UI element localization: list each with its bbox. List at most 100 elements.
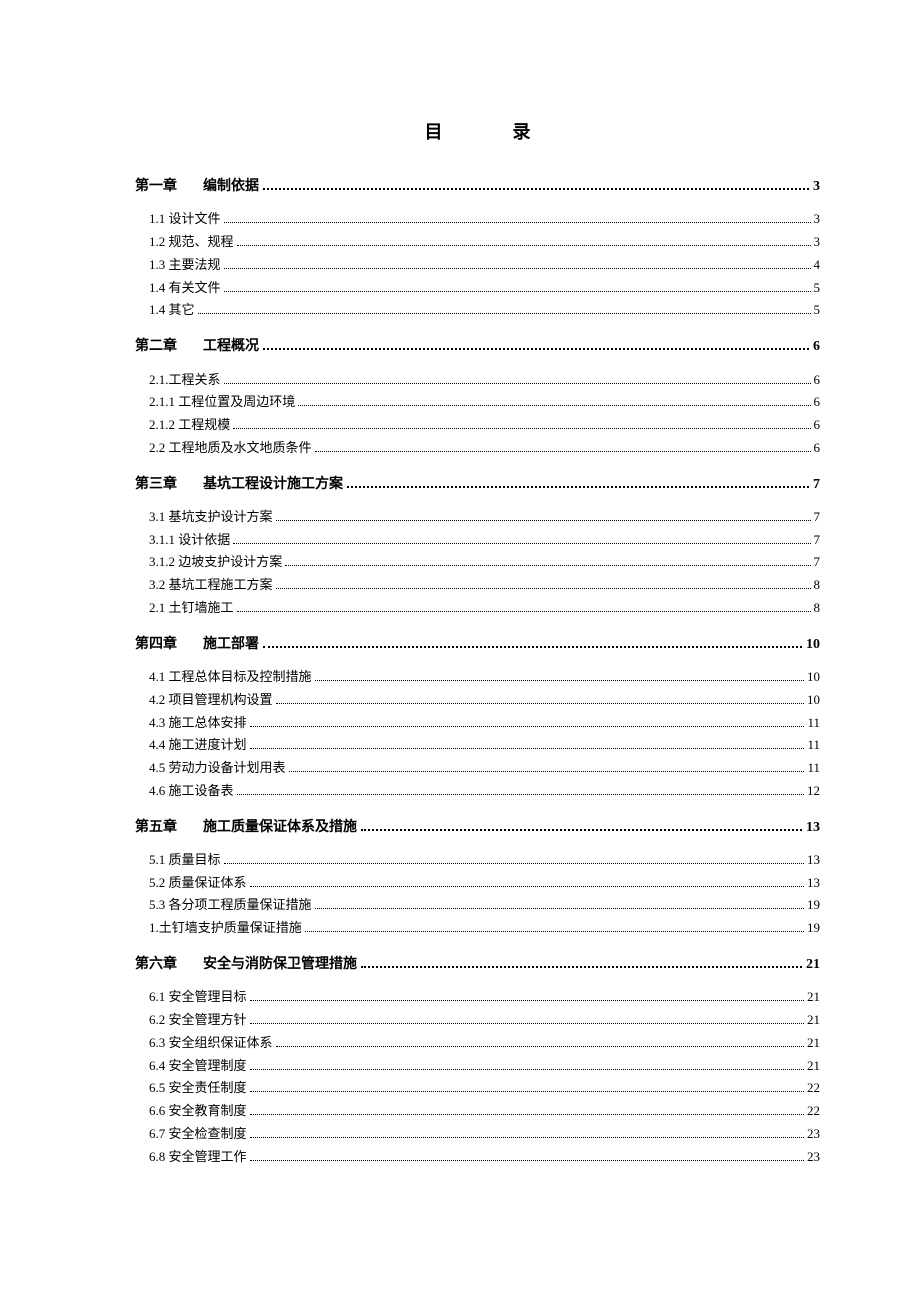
sub-title: 5.3 各分项工程质量保证措施	[149, 894, 312, 917]
leader-dots	[315, 908, 804, 909]
sub-title: 4.5 劳动力设备计划用表	[149, 757, 286, 780]
chapter-title: 施工部署	[203, 634, 259, 656]
chapter-label: 第六章	[135, 954, 177, 976]
sub-page: 22	[807, 1077, 820, 1100]
chapter-page: 3	[813, 176, 820, 198]
sub-page: 11	[807, 757, 820, 780]
sub-row: 1.3 主要法规4	[149, 254, 820, 277]
sub-row: 4.5 劳动力设备计划用表 11	[149, 757, 820, 780]
sub-row: 6.8 安全管理工作 23	[149, 1146, 820, 1169]
sub-page: 13	[807, 872, 820, 895]
leader-dots	[224, 268, 811, 269]
chapter-page: 13	[806, 817, 820, 839]
chapter-label: 第二章	[135, 336, 177, 358]
leader-dots	[250, 1160, 804, 1161]
sub-title: 1.4 有关文件	[149, 277, 221, 300]
chapter-page: 10	[806, 634, 820, 656]
sub-page: 21	[807, 1055, 820, 1078]
sub-row: 1.4 其它 5	[149, 299, 820, 322]
leader-dots	[224, 863, 804, 864]
leader-dots	[250, 748, 805, 749]
leader-dots	[250, 886, 804, 887]
sub-row: 1.土钉墙支护质量保证措施19	[149, 917, 820, 940]
sub-row: 6.5 安全责任制度 22	[149, 1077, 820, 1100]
leader-dots	[237, 245, 811, 246]
leader-dots	[315, 680, 804, 681]
sub-page: 5	[814, 299, 821, 322]
sub-row: 5.1 质量目标13	[149, 849, 820, 872]
leader-dots	[285, 565, 810, 566]
sub-page: 19	[807, 894, 820, 917]
leader-dots	[276, 520, 811, 521]
chapter-title: 安全与消防保卫管理措施	[203, 954, 357, 976]
sub-title: 4.3 施工总体安排	[149, 712, 247, 735]
sub-title: 6.7 安全检查制度	[149, 1123, 247, 1146]
chapter-page: 7	[813, 474, 820, 496]
leader-dots	[263, 348, 809, 350]
sub-row: 4.3 施工总体安排 11	[149, 712, 820, 735]
sub-row: 4.2 项目管理机构设置10	[149, 689, 820, 712]
sub-row: 1.2 规范、规程3	[149, 231, 820, 254]
toc-title-right: 录	[513, 122, 531, 142]
leader-dots	[276, 1046, 804, 1047]
chapter-label: 第三章	[135, 474, 177, 496]
chapter-title: 工程概况	[203, 336, 259, 358]
chapter-page: 21	[806, 954, 820, 976]
sub-title: 2.1.2 工程规模	[149, 414, 230, 437]
sub-title: 3.1 基坑支护设计方案	[149, 506, 273, 529]
sub-title: 1.3 主要法规	[149, 254, 221, 277]
sub-row: 3.1 基坑支护设计方案7	[149, 506, 820, 529]
sub-title: 2.1.1 工程位置及周边环境	[149, 391, 295, 414]
leader-dots	[361, 829, 802, 831]
sub-row: 5.3 各分项工程质量保证措施 19	[149, 894, 820, 917]
sub-page: 23	[807, 1123, 820, 1146]
sub-page: 6	[814, 414, 821, 437]
leader-dots	[233, 428, 810, 429]
leader-dots	[289, 771, 805, 772]
sub-title: 6.3 安全组织保证体系	[149, 1032, 273, 1055]
leader-dots	[263, 188, 809, 190]
leader-dots	[237, 611, 811, 612]
sub-page: 7	[814, 551, 821, 574]
chapter-row: 第二章工程概况6	[135, 336, 820, 358]
sub-page: 11	[807, 734, 820, 757]
sub-row: 2.1.工程关系6	[149, 369, 820, 392]
sub-title: 2.1 土钉墙施工	[149, 597, 234, 620]
sub-row: 3.1.2 边坡支护设计方案7	[149, 551, 820, 574]
sub-page: 11	[807, 712, 820, 735]
sub-row: 2.1 土钉墙施工8	[149, 597, 820, 620]
leader-dots	[198, 313, 811, 314]
leader-dots	[276, 588, 811, 589]
sub-title: 1.土钉墙支护质量保证措施	[149, 917, 302, 940]
sub-title: 2.2 工程地质及水文地质条件	[149, 437, 312, 460]
sub-page: 10	[807, 666, 820, 689]
sub-title: 5.1 质量目标	[149, 849, 221, 872]
chapter-row: 第六章 安全与消防保卫管理措施 21	[135, 954, 820, 976]
sub-page: 21	[807, 986, 820, 1009]
sub-row: 6.3 安全组织保证体系21	[149, 1032, 820, 1055]
sub-row: 6.4 安全管理制度21	[149, 1055, 820, 1078]
leader-dots	[250, 1069, 804, 1070]
sub-title: 6.5 安全责任制度	[149, 1077, 247, 1100]
sub-page: 3	[814, 231, 821, 254]
toc-title: 目录	[135, 118, 820, 144]
leader-dots	[224, 222, 811, 223]
sub-title: 6.8 安全管理工作	[149, 1146, 247, 1169]
sub-title: 1.4 其它	[149, 299, 195, 322]
sub-title: 6.1 安全管理目标	[149, 986, 247, 1009]
sub-page: 3	[814, 208, 821, 231]
chapter-row: 第一章 编制依据 3	[135, 176, 820, 198]
sub-row: 2.1.2 工程规模 6	[149, 414, 820, 437]
leader-dots	[298, 405, 810, 406]
chapter-label: 第一章	[135, 176, 177, 198]
sub-row: 3.1.1 设计依据7	[149, 529, 820, 552]
sub-row: 2.1.1 工程位置及周边环境6	[149, 391, 820, 414]
leader-dots	[250, 1023, 804, 1024]
chapter-label: 第五章	[135, 817, 177, 839]
chapter-title: 编制依据	[203, 176, 259, 198]
toc-title-left: 目	[425, 122, 443, 142]
sub-page: 23	[807, 1146, 820, 1169]
chapter-label: 第四章	[135, 634, 177, 656]
leader-dots	[233, 543, 810, 544]
sub-page: 8	[814, 574, 821, 597]
